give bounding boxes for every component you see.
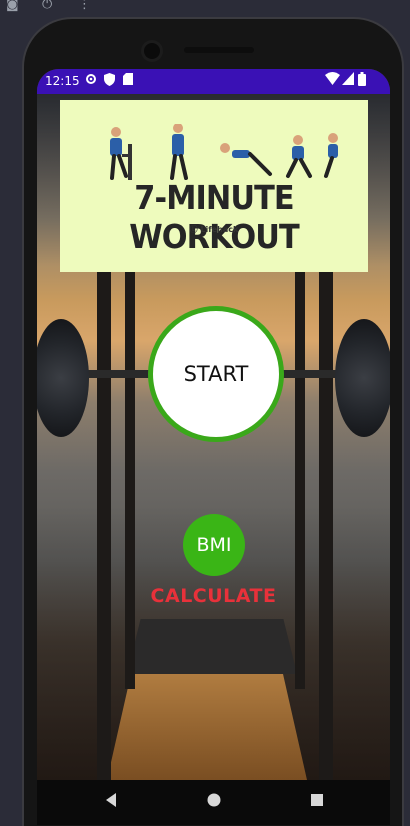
start-button[interactable]: START [148,306,284,442]
gear-icon [85,73,97,88]
navigation-bar [37,780,390,825]
background-rack-post [125,269,135,689]
banner-brand: Ⓛ Lifehack [189,225,239,234]
battery-icon [358,72,366,89]
background-weight-plate [335,319,390,437]
exercise-figures-illustration [110,124,338,180]
background-rack-post [97,269,111,780]
status-bar: 12:15 [37,69,390,94]
camera-icon[interactable]: ◙ [6,0,19,12]
shield-icon [104,73,115,89]
bmi-button-label: BMI [196,534,232,556]
rotate-icon[interactable]: ⏻ [42,0,52,12]
background-floor-mat [127,619,297,674]
background-wooden-floor [107,674,307,780]
calculate-label: CALCULATE [150,585,277,607]
earpiece-speaker [184,47,254,53]
workout-banner-image: 7-MINUTE WORKOUT Ⓛ Lifehack [60,100,368,272]
emulator-toolbar: ◙ ⏻ ⋮ [0,0,410,14]
front-camera [144,43,160,59]
sd-card-icon [123,73,133,88]
start-button-label: START [183,362,249,386]
home-icon[interactable] [206,792,222,812]
more-icon[interactable]: ⋮ [78,0,91,12]
bmi-button[interactable]: BMI [183,514,245,576]
banner-title: 7-MINUTE WORKOUT [129,178,300,256]
back-icon[interactable] [103,792,119,812]
banner-brand-name: Lifehack [200,225,239,234]
background-rack-post [319,269,333,780]
background-rack-post [295,269,305,689]
status-time: 12:15 [45,74,80,88]
overview-icon[interactable] [309,792,325,812]
signal-icon [342,72,354,88]
wifi-icon [325,72,340,88]
app-screen: 12:15 7-MINUTE WORKOUT Ⓛ Lifehack START … [37,69,390,825]
